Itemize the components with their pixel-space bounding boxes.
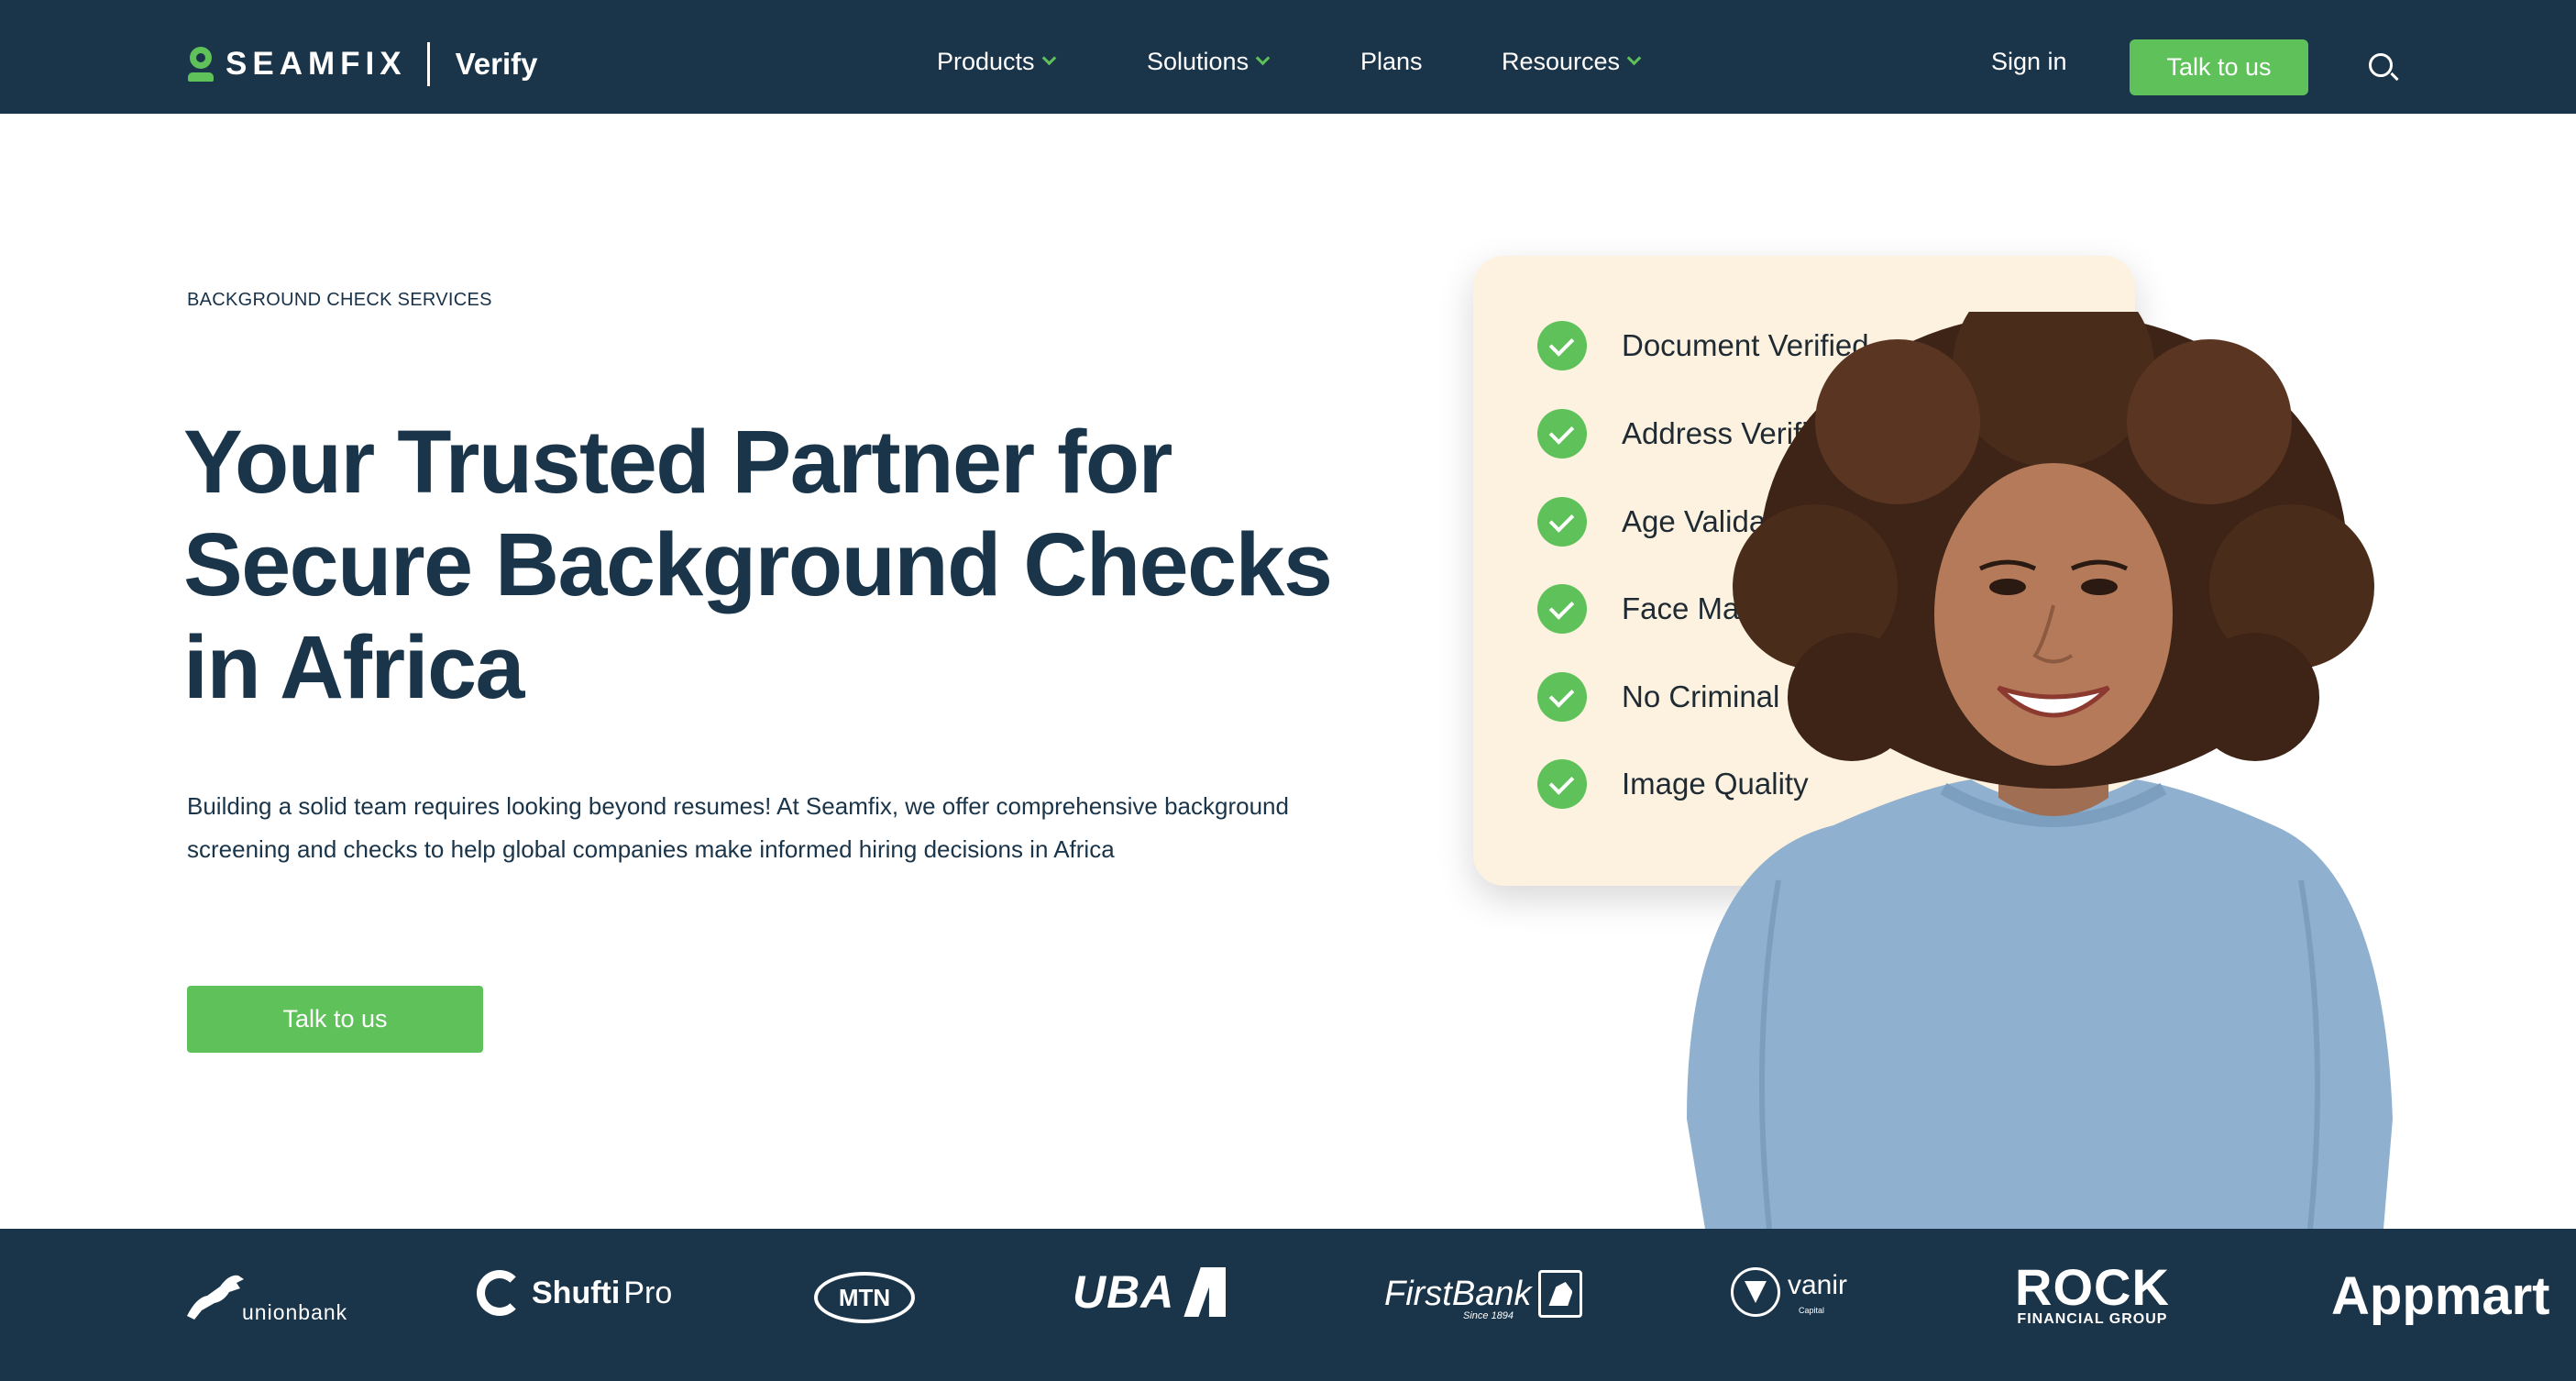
logo-product-name: Verify [455,47,538,81]
smiling-woman-portrait [1687,312,2393,1229]
nav-item-plans[interactable]: Plans [1360,48,1423,76]
nav-item-solutions[interactable]: Solutions [1147,48,1271,76]
nav-item-label: Solutions [1147,48,1249,75]
hero-talk-to-us-button[interactable]: Talk to us [187,986,483,1053]
chevron-down-icon [1041,50,1056,66]
union-bank-logo: unionbank [183,1265,347,1325]
nav-item-products[interactable]: Products [937,48,1056,76]
mtn-logo: MTN [814,1272,915,1323]
top-navbar: SEAMFIX Verify Products Solutions Plans … [0,0,2576,114]
first-bank-logo: FirstBank Since 1894 [1384,1270,1583,1321]
appmart-logo: Appmart [2331,1265,2549,1327]
check-circle-icon [1537,759,1587,809]
logo-wordmark: SEAMFIX [226,46,407,82]
hero-eyebrow: BACKGROUND CHECK SERVICES [187,290,492,310]
sign-in-link[interactable]: Sign in [1991,48,2067,76]
rock-wordmark: ROCK [2015,1258,2170,1316]
shufti-pro-logo: Shufti Pro [477,1270,672,1316]
check-circle-icon [1537,672,1587,722]
headline-line: Secure Background Checks [183,514,1333,614]
rock-financial-group-logo: ROCK FINANCIAL GROUP [2015,1258,2170,1328]
union-bank-wordmark: unionbank [242,1300,348,1324]
horse-icon [187,1275,244,1320]
nav-item-label: Resources [1502,48,1621,75]
vanir-tagline: Capital [1799,1306,1825,1315]
mtn-wordmark: MTN [838,1283,891,1311]
uba-logo: UBA [1073,1265,1227,1319]
uba-mark-icon [1183,1267,1227,1317]
elephant-icon [1538,1270,1583,1318]
nav-item-label: Products [937,48,1035,75]
logo-divider [426,42,430,86]
first-bank-wordmark: FirstBank [1384,1274,1532,1313]
check-circle-icon [1537,584,1587,634]
chevron-down-icon [1626,50,1642,66]
check-circle-icon [1537,409,1587,458]
rock-tagline: FINANCIAL GROUP [2017,1311,2168,1327]
vanir-capital-logo: vanir Capital [1731,1267,1847,1317]
check-circle-icon [1537,497,1587,547]
shufti-wordmark: Shufti [532,1275,621,1310]
uba-wordmark: UBA [1073,1266,1175,1318]
headline-line: in Africa [183,617,525,717]
partner-logo-strip [0,1229,2576,1381]
shufti-pro-suffix: Pro [623,1275,673,1310]
first-bank-tagline: Since 1894 [1463,1310,1514,1321]
check-circle-icon [1537,321,1587,370]
vanir-emblem-icon [1731,1267,1780,1317]
seamfix-logo-icon [187,45,215,83]
nav-talk-to-us-button[interactable]: Talk to us [2130,39,2308,95]
nav-item-label: Plans [1360,48,1423,75]
headline-line: Your Trusted Partner for [183,412,1172,512]
nav-item-resources[interactable]: Resources [1502,48,1642,76]
seamfix-verify-logo[interactable]: SEAMFIX Verify [187,42,537,86]
search-icon[interactable] [2368,52,2399,83]
chevron-down-icon [1255,50,1271,66]
hero-description: Building a solid team requires looking b… [187,792,1289,863]
shufti-ring-icon [477,1270,523,1316]
vanir-wordmark: vanir [1788,1270,1848,1300]
appmart-wordmark: Appmart [2331,1266,2550,1326]
hero-headline: Your Trusted Partner for Secure Backgrou… [183,411,1412,719]
